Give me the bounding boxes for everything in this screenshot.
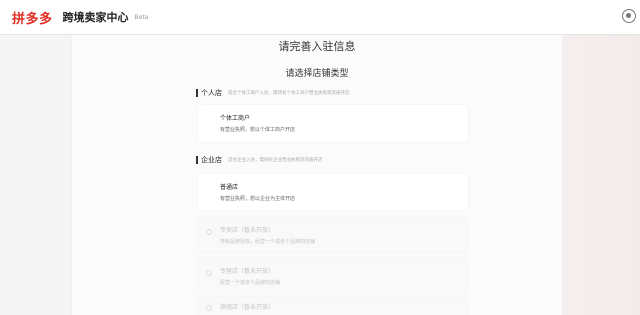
section-marker bbox=[196, 156, 198, 164]
store-type-option-regular[interactable]: 普通店 有营业执照，想以企业为主体开店 bbox=[198, 174, 468, 210]
option-description: 经营一个或多个品牌的店铺 bbox=[220, 280, 281, 286]
page-background-left bbox=[0, 35, 70, 315]
section-header-personal: 个人店 适合个体工商户入驻，需持有个体工商户营业执照等资质开店 bbox=[196, 88, 350, 98]
store-type-option-exclusive: 专卖店（暂未开放） 持有品牌授权，经营一个或多个品牌的店铺 bbox=[198, 217, 468, 252]
section-header-enterprise: 企业店 适合企业入驻，需持有企业营业执照等资质开店 bbox=[196, 155, 323, 165]
section-note-enterprise: 适合企业入驻，需持有企业营业执照等资质开店 bbox=[228, 158, 323, 163]
option-title: 个体工商户 bbox=[220, 115, 251, 122]
page-subtitle: 请选择店铺类型 bbox=[285, 69, 349, 79]
radio-button bbox=[206, 229, 212, 235]
option-title: 专卖店（暂未开放） bbox=[220, 227, 275, 234]
page-background-right bbox=[560, 35, 640, 315]
option-title: 普通店 bbox=[220, 184, 239, 191]
radio-button bbox=[206, 305, 212, 311]
radio-button bbox=[206, 270, 212, 276]
option-description: 有营业执照，想以企业为主体开店 bbox=[220, 196, 296, 202]
section-title-personal: 个人店 bbox=[201, 89, 222, 97]
top-bar: 拼多多 跨境卖家中心 Beta bbox=[0, 0, 640, 35]
section-marker bbox=[196, 89, 198, 97]
store-type-option-specialty: 专营店（暂未开放） 经营一个或多个品牌的店铺 bbox=[198, 258, 468, 292]
brand-title: 跨境卖家中心 bbox=[62, 11, 129, 24]
option-description: 持有品牌授权，经营一个或多个品牌的店铺 bbox=[220, 239, 316, 245]
beta-badge: Beta bbox=[134, 13, 149, 21]
option-description: 有营业执照，想以个体工商户开店 bbox=[220, 127, 296, 133]
option-title: 专营店（暂未开放） bbox=[220, 268, 275, 275]
page-title: 请完善入驻信息 bbox=[278, 40, 356, 53]
section-title-enterprise: 企业店 bbox=[201, 156, 222, 164]
store-type-option-flagship: 旗舰店（暂未开放） bbox=[198, 297, 468, 315]
section-note-personal: 适合个体工商户入驻，需持有个体工商户营业执照等资质开店 bbox=[228, 91, 350, 96]
pinduoduo-logo[interactable]: 拼多多 bbox=[12, 8, 53, 27]
user-icon[interactable] bbox=[622, 9, 636, 23]
store-type-option-individual[interactable]: 个体工商户 有营业执照，想以个体工商户开店 bbox=[198, 105, 468, 142]
option-title: 旗舰店（暂未开放） bbox=[220, 304, 275, 311]
